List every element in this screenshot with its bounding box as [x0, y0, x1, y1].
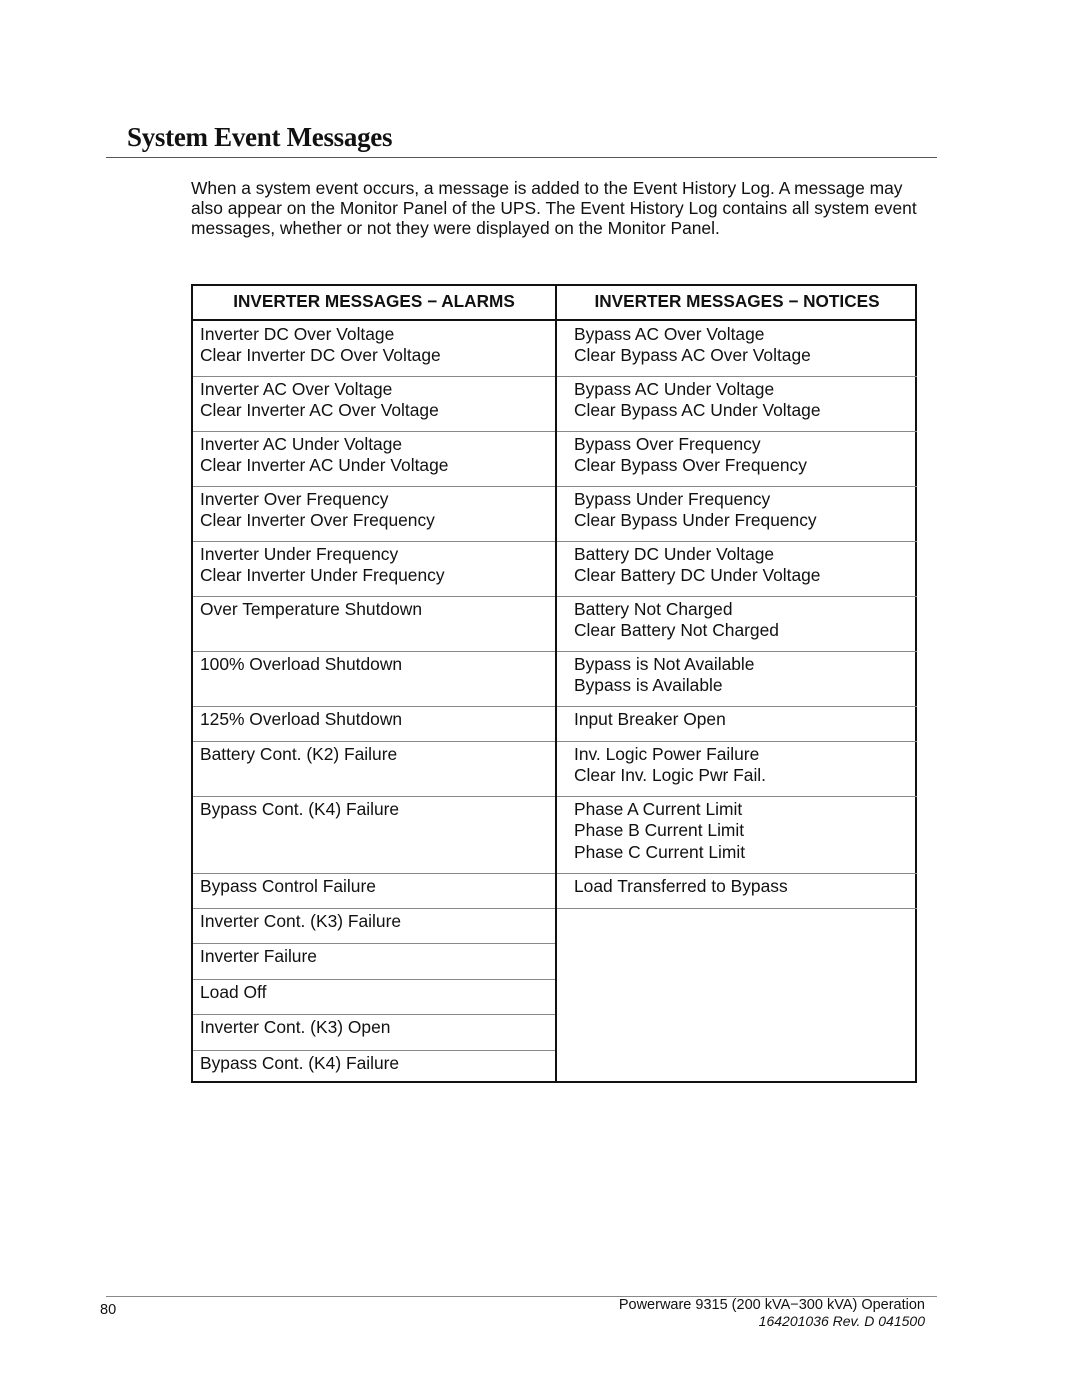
notice-message: Load Transferred to Bypass	[574, 875, 788, 896]
notice-message: Bypass AC Over Voltage	[574, 323, 765, 344]
notice-row: Bypass AC Under Voltage Clear Bypass AC U…	[557, 377, 917, 432]
notice-message: Bypass Over Frequency	[574, 433, 761, 454]
notice-message: Battery DC Under Voltage	[574, 543, 775, 564]
footer-doc-title: Powerware 9315 (200 kVA−300 kVA) Operati…	[618, 1297, 925, 1313]
alarm-message: Load Off	[200, 981, 267, 1002]
alarm-message: Battery Cont. (K2) Failure	[200, 743, 398, 764]
alarm-row: Bypass Cont. (K4) Failure	[193, 797, 555, 874]
alarm-message: Inverter Over Frequency	[200, 488, 389, 509]
notice-message: Clear Bypass AC Under Voltage	[574, 400, 821, 420]
alarm-row: Inverter Cont. (K3) Failure	[193, 909, 555, 944]
alarm-message: Over Temperature Shutdown	[200, 598, 423, 619]
notice-message: Phase A Current Limit	[574, 798, 743, 819]
alarm-message: Inverter Failure	[200, 946, 317, 966]
alarm-row: Inverter Under Frequency Clear Inverter U…	[193, 542, 555, 597]
intro-paragraph: When a system event occurs, a message is…	[191, 178, 917, 239]
alarm-message: 100% Overload Shutdown	[200, 653, 403, 674]
alarm-message: Inverter AC Under Voltage	[200, 433, 403, 454]
title-divider	[106, 157, 937, 158]
notice-row: Inv. Logic Power Failure Clear Inv. Logic…	[557, 742, 917, 797]
alarm-message: Clear Inverter Over Frequency	[200, 510, 435, 530]
alarms-column-header: INVERTER MESSAGES − ALARMS	[233, 291, 515, 311]
notice-row: Bypass is Not Available Bypass is Availab…	[557, 652, 917, 707]
notice-message: Bypass is Available	[574, 675, 723, 695]
alarm-message: Inverter DC Over Voltage	[200, 323, 395, 344]
notice-row: Battery DC Under Voltage Clear Battery DC…	[557, 542, 917, 597]
alarm-row: Load Off	[193, 980, 555, 1015]
footer-doc-number: 164201036 Rev. D 041500	[758, 1313, 925, 1329]
alarm-row: Inverter AC Over Voltage Clear Inverter A…	[193, 377, 555, 432]
alarm-message: Inverter Under Frequency	[200, 543, 399, 564]
notices-column-header: INVERTER MESSAGES − NOTICES	[594, 291, 880, 311]
alarm-message: Clear Inverter AC Under Voltage	[200, 455, 449, 475]
alarm-message: Clear Inverter Under Frequency	[200, 565, 445, 585]
notice-message: Phase B Current Limit	[574, 820, 745, 840]
notice-message: Bypass Under Frequency	[574, 488, 771, 509]
notice-row: Load Transferred to Bypass	[557, 874, 917, 909]
alarm-message: Bypass Cont. (K4) Failure	[200, 1052, 400, 1073]
alarm-message: Inverter Cont. (K3) Failure	[200, 910, 402, 931]
notice-message: Bypass AC Under Voltage	[574, 378, 775, 399]
notice-message: Clear Bypass AC Over Voltage	[574, 345, 811, 365]
alarm-message: Clear Inverter AC Over Voltage	[200, 400, 439, 420]
alarm-row: 125% Overload Shutdown	[193, 707, 555, 742]
alarm-row: Inverter DC Over Voltage Clear Inverter D…	[193, 322, 555, 377]
alarm-row: Battery Cont. (K2) Failure	[193, 742, 555, 797]
notice-message: Clear Battery DC Under Voltage	[574, 565, 821, 585]
alarm-message: Clear Inverter DC Over Voltage	[200, 345, 441, 365]
notice-row: Phase A Current Limit Phase B Current Lim…	[557, 797, 917, 874]
alarm-row: Inverter Failure	[193, 944, 555, 980]
page-title: System Event Messages	[127, 122, 393, 152]
alarm-message: Inverter AC Over Voltage	[200, 378, 393, 399]
alarm-message: Inverter Cont. (K3) Open	[200, 1017, 391, 1037]
notice-message: Input Breaker Open	[574, 708, 726, 729]
alarm-row: Inverter Over Frequency Clear Inverter Ov…	[193, 487, 555, 542]
alarm-row: Bypass Cont. (K4) Failure	[193, 1051, 555, 1087]
alarm-row: Inverter Cont. (K3) Open	[193, 1015, 555, 1051]
notice-message: Bypass is Not Available	[574, 653, 755, 674]
alarm-row: 100% Overload Shutdown	[193, 652, 555, 707]
notice-row: Bypass Over Frequency Clear Bypass Over F…	[557, 432, 917, 487]
notice-row: Input Breaker Open	[557, 707, 917, 742]
notice-message: Clear Battery Not Charged	[574, 620, 779, 640]
alarm-message: Bypass Control Failure	[200, 875, 376, 896]
notice-message: Clear Bypass Over Frequency	[574, 455, 807, 475]
notice-message: Battery Not Charged	[574, 598, 733, 619]
alarm-message: Bypass Cont. (K4) Failure	[200, 798, 400, 819]
alarm-row: Inverter AC Under Voltage Clear Inverter …	[193, 432, 555, 487]
page-number: 80	[100, 1302, 117, 1318]
alarm-row: Bypass Control Failure	[193, 874, 555, 909]
alarm-row: Over Temperature Shutdown	[193, 597, 555, 652]
notice-message: Inv. Logic Power Failure	[574, 743, 760, 764]
notice-row: Battery Not Charged Clear Battery Not Cha…	[557, 597, 917, 652]
event-messages-table: INVERTER MESSAGES − ALARMS INVERTER MESS…	[191, 284, 917, 1083]
alarm-message: 125% Overload Shutdown	[200, 708, 403, 729]
notice-row: Bypass AC Over Voltage Clear Bypass AC Ov…	[557, 322, 917, 377]
notice-message: Phase C Current Limit	[574, 841, 746, 862]
notice-message: Clear Bypass Under Frequency	[574, 510, 817, 530]
notice-row: Bypass Under Frequency Clear Bypass Under…	[557, 487, 917, 542]
notice-message: Clear Inv. Logic Pwr Fail.	[574, 765, 767, 785]
notice-row-empty	[557, 909, 917, 1082]
